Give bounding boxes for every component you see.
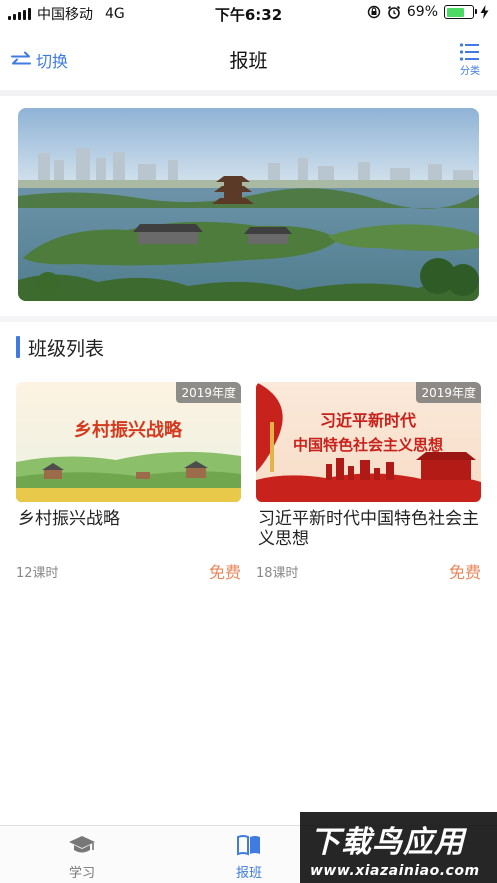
banner-image[interactable] <box>18 108 479 301</box>
thumbnail-text-line2: 中国特色社会主义思想 <box>293 436 443 454</box>
watermark-logo: 下载鸟应用 www.xiazainiao.com <box>300 812 497 883</box>
course-hours: 12课时 <box>16 566 59 581</box>
lake-park-scene <box>18 108 479 301</box>
section-heading: 班级列表 <box>16 334 104 360</box>
course-price: 免费 <box>448 563 481 582</box>
category-button[interactable]: 分类 <box>459 42 481 77</box>
course-thumbnail: 习近平新时代 中国特色社会主义思想 2019年度 <box>256 382 481 502</box>
section-title: 班级列表 <box>28 337 105 360</box>
thumbnail-text: 乡村振兴战略 <box>74 419 183 441</box>
battery-percent: 69% <box>406 4 438 20</box>
category-label: 分类 <box>460 66 480 77</box>
course-hours: 18课时 <box>256 566 299 581</box>
tab-enroll[interactable]: 报班 <box>209 834 289 881</box>
course-title: 习近平新时代中国特色社会主义思想 <box>258 509 479 549</box>
alarm-icon <box>387 5 400 19</box>
orientation-lock-icon <box>367 5 381 19</box>
tab-label: 报班 <box>235 866 262 881</box>
list-icon <box>459 43 479 61</box>
nav-bar: 切换 报班 分类 <box>0 26 497 90</box>
course-price: 免费 <box>208 563 241 582</box>
course-thumbnail: 乡村振兴战略 2019年度 <box>16 382 241 502</box>
graduation-cap-icon <box>69 836 95 853</box>
battery-icon <box>444 5 477 19</box>
book-icon <box>237 835 260 856</box>
year-badge: 2019年度 <box>176 382 241 403</box>
year-badge: 2019年度 <box>416 382 481 403</box>
course-title: 乡村振兴战略 <box>18 509 120 529</box>
status-right: 69% <box>367 4 489 20</box>
watermark-main-text: 下载鸟应用 <box>310 824 465 860</box>
section-accent-bar <box>16 336 20 358</box>
section-divider <box>0 316 497 322</box>
status-bar: 中国移动 4G 下午6:32 69% <box>0 0 497 26</box>
thumbnail-text-line1: 习近平新时代 <box>320 411 416 430</box>
tab-study[interactable]: 学习 <box>42 834 122 881</box>
tab-label: 学习 <box>68 866 95 881</box>
watermark-sub-text: www.xiazainiao.com <box>310 862 480 879</box>
course-card[interactable]: 习近平新时代 中国特色社会主义思想 2019年度 习近平新时代中国特色社会主义思… <box>256 382 481 582</box>
charging-icon <box>480 5 489 19</box>
header-divider <box>0 90 497 96</box>
course-card[interactable]: 乡村振兴战略 2019年度 乡村振兴战略 12课时 免费 <box>16 382 241 582</box>
page-title: 报班 <box>229 50 268 72</box>
